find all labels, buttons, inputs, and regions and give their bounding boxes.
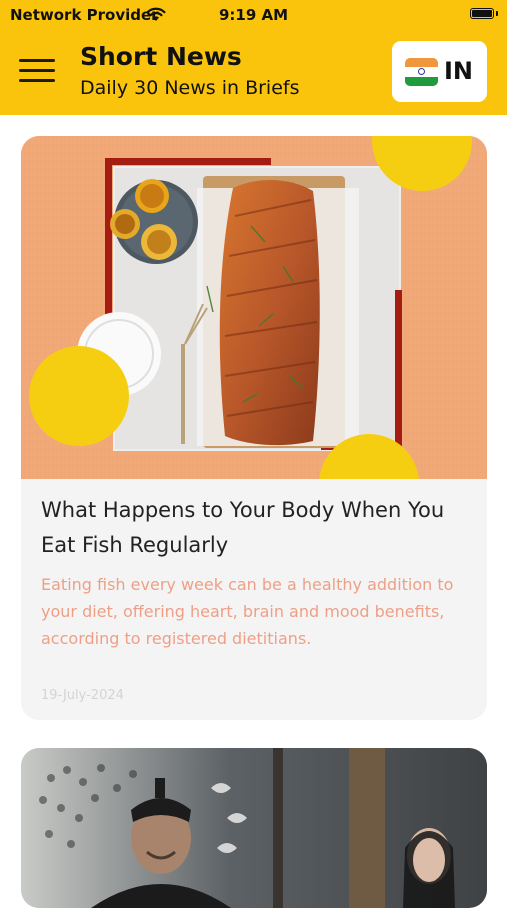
article-image [21, 748, 487, 908]
article-image [21, 136, 487, 479]
country-code: IN [444, 57, 474, 85]
battery-icon [470, 8, 494, 19]
status-time: 9:19 AM [218, 6, 289, 24]
article-date: 19-July-2024 [41, 688, 124, 703]
hamburger-menu-icon[interactable] [19, 57, 57, 85]
news-card[interactable] [21, 748, 487, 908]
app-header: Network Provider 9:19 AM Short News Dail… [0, 0, 507, 115]
india-flag-icon [405, 58, 438, 86]
app-title: Short News [80, 42, 242, 71]
news-card[interactable]: What Happens to Your Body When You Eat F… [21, 136, 487, 720]
battery-level [472, 10, 492, 17]
article-summary: Eating fish every week can be a healthy … [41, 575, 454, 648]
battery-cap [496, 11, 498, 16]
app-subtitle: Daily 30 News in Briefs [80, 77, 300, 99]
country-selector-button[interactable]: IN [392, 41, 487, 102]
article-headline: What Happens to Your Body When You Eat F… [41, 498, 445, 557]
status-bar: Network Provider 9:19 AM [0, 0, 507, 30]
